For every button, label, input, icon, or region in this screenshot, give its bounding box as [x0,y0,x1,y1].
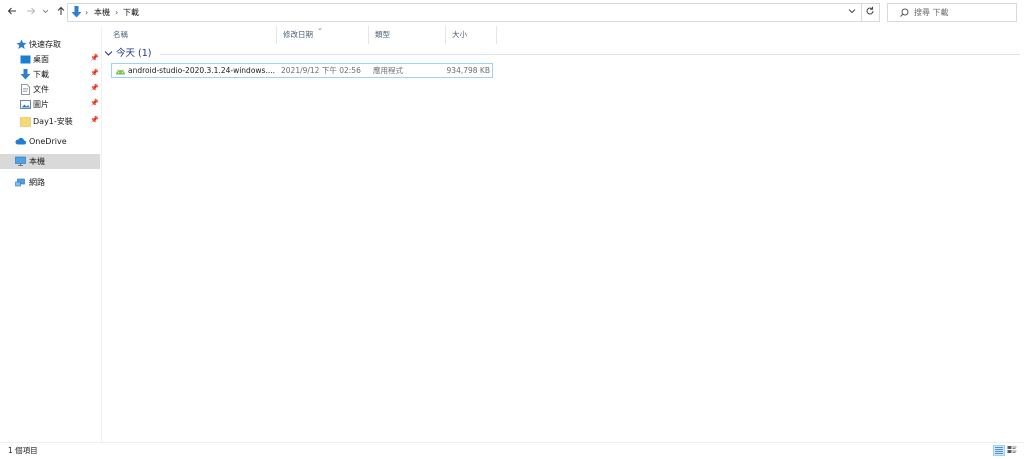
recent-locations-button[interactable] [40,5,50,21]
sidebar-item-label: Day1-安裝 [33,117,73,126]
refresh-icon [866,6,874,15]
column-header-name[interactable]: 名稱 [107,26,277,44]
pin-icon: 📌 [90,116,99,124]
breadcrumb-this-pc[interactable]: 本機 [94,7,110,19]
sidebar-item-label: 網路 [29,178,45,187]
refresh-button[interactable] [863,6,877,20]
search-placeholder: 搜尋 下載 [914,8,949,17]
arrow-left-icon [7,7,16,15]
breadcrumb-separator-icon: › [115,8,119,17]
file-size: 934,798 KB [446,66,490,75]
download-icon [20,69,31,80]
file-row[interactable]: android-studio-2020.3.1.24-windows.... 2… [111,63,493,78]
sidebar-item-label: 本機 [29,157,45,166]
arrow-up-icon [57,6,65,15]
pictures-icon [20,100,31,109]
details-view-button[interactable] [993,445,1005,456]
sidebar-item-label: OneDrive [29,137,67,146]
group-divider [160,54,1020,55]
details-view-icon [995,447,1003,454]
download-icon [71,6,82,18]
folder-icon [20,117,31,127]
sidebar-item-label: 圖片 [33,100,49,109]
star-icon [16,39,27,49]
sidebar-item-downloads[interactable]: 下載 📌 [0,67,100,82]
sidebar-item-day1-folder[interactable]: Day1-安裝 📌 [0,114,100,129]
tiles-view-icon [1007,446,1017,453]
computer-icon [15,156,26,166]
pin-icon: 📌 [90,84,99,92]
sidebar-item-documents[interactable]: 文件 📌 [0,82,100,97]
chevron-down-icon [848,9,856,14]
status-bar: 1 個項目 [0,442,1024,459]
group-label: 今天 (1) [116,48,152,59]
android-app-icon [116,69,125,75]
breadcrumb-downloads[interactable]: 下載 [123,7,139,19]
sidebar-item-network[interactable]: 網路 [0,175,100,190]
arrow-right-icon [27,7,36,15]
document-icon [21,84,30,95]
column-header-modified[interactable]: 修改日期 [277,26,369,44]
desktop-icon [20,55,31,64]
address-bar[interactable]: › 本機 › 下載 [67,3,880,22]
forward-button[interactable] [24,5,38,21]
pin-icon: 📌 [90,69,99,77]
pane-divider [101,26,102,442]
address-history-button[interactable] [845,6,859,20]
tiles-view-button[interactable] [1007,445,1019,456]
column-headers: 名稱 修改日期 ⌄ 類型 大小 [102,24,1024,44]
up-button[interactable] [54,5,68,21]
back-button[interactable] [5,5,19,21]
file-type: 應用程式 [373,66,403,75]
column-header-type[interactable]: 類型 [369,26,446,44]
sort-caret-icon: ⌄ [317,24,323,32]
file-modified: 2021/9/12 下午 02:56 [281,66,361,75]
sidebar-item-pictures[interactable]: 圖片 📌 [0,97,100,112]
pin-icon: 📌 [90,99,99,107]
navigation-pane: 快速存取 桌面 📌 下載 📌 文件 📌 圖片 📌 Day1-安裝 📌 OneDr… [0,26,101,442]
pin-icon: 📌 [90,54,99,62]
search-box[interactable]: 搜尋 下載 [887,3,1017,22]
sidebar-item-this-pc[interactable]: 本機 [0,154,100,169]
sidebar-item-label: 桌面 [33,55,49,64]
item-count: 1 個項目 [8,446,38,455]
address-divider [861,4,862,21]
sidebar-item-desktop[interactable]: 桌面 📌 [0,52,100,67]
navigation-toolbar: › 本機 › 下載 搜尋 下載 [0,0,1024,26]
chevron-down-icon [42,9,48,14]
cloud-icon [15,137,26,145]
sidebar-item-label: 快速存取 [29,40,61,49]
breadcrumb-separator-icon: › [85,8,89,17]
sidebar-item-quick-access[interactable]: 快速存取 [0,37,100,52]
network-icon [15,178,25,187]
search-icon [900,8,909,17]
column-header-size[interactable]: 大小 [446,26,497,44]
chevron-down-icon [104,51,113,56]
sidebar-item-label: 下載 [33,70,49,79]
file-name: android-studio-2020.3.1.24-windows.... [128,66,275,75]
sidebar-item-onedrive[interactable]: OneDrive [0,134,100,149]
sidebar-item-label: 文件 [33,85,49,94]
